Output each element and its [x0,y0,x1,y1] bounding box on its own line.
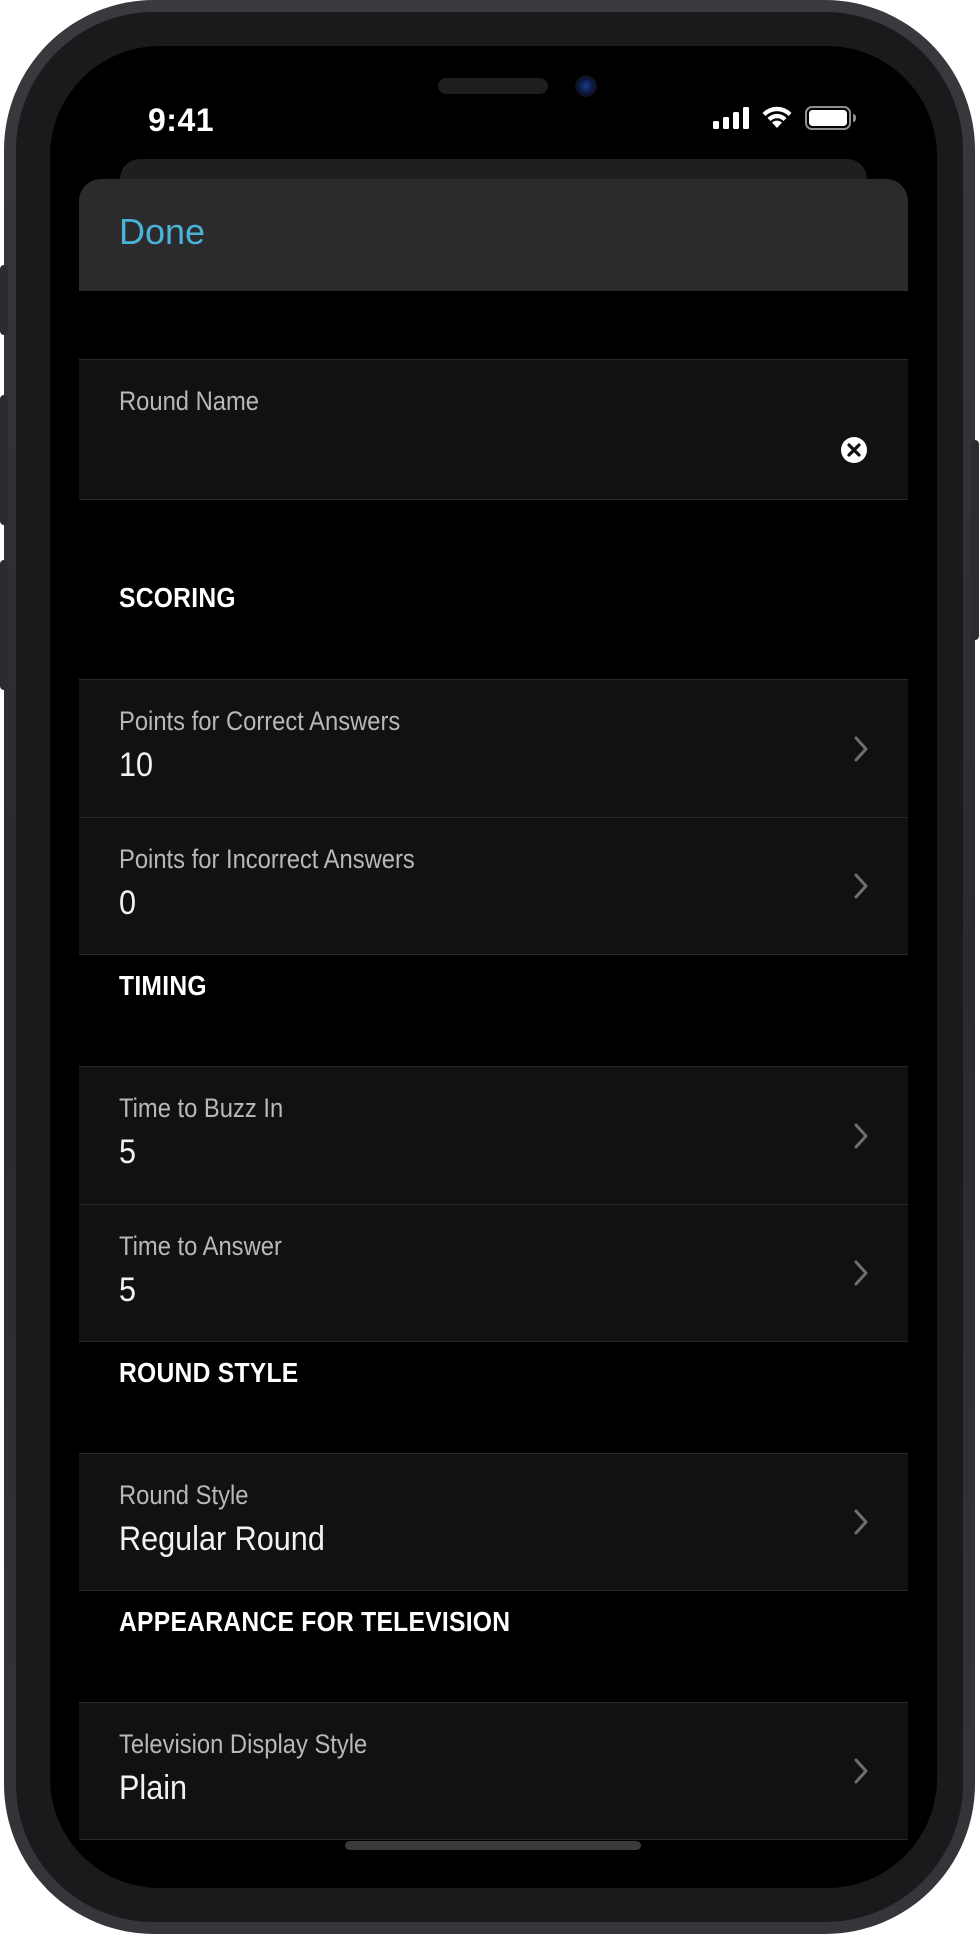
time-answer-value: 5 [119,1271,137,1309]
points-correct-value: 10 [119,746,154,784]
settings-list: Round Name SCORING Points for Correct An… [79,291,908,1888]
time-buzz-in-cell[interactable]: Time to Buzz In 5 [79,1066,908,1204]
screen: 9:41 Done Round Name SCORING Points for … [50,46,937,1888]
round-name-label: Round Name [119,386,260,416]
power-button [971,440,979,640]
points-incorrect-cell[interactable]: Points for Incorrect Answers 0 [79,817,908,955]
home-indicator[interactable] [345,1841,641,1850]
television-display-style-label: Television Display Style [119,1729,368,1759]
battery-icon [805,106,856,130]
phone-frame: 9:41 Done Round Name SCORING Points for … [0,0,979,1934]
status-time: 9:41 [148,102,215,138]
round-style-cell[interactable]: Round Style Regular Round [79,1453,908,1591]
round-settings-sheet: Done Round Name SCORING Points for Corre… [79,179,908,1888]
wifi-icon [762,106,792,128]
clear-circle-icon[interactable] [840,436,868,464]
round-style-value: Regular Round [119,1520,325,1558]
points-incorrect-label: Points for Incorrect Answers [119,844,415,874]
chevron-right-icon [854,1509,868,1535]
time-buzz-in-label: Time to Buzz In [119,1093,284,1123]
time-buzz-in-value: 5 [119,1133,137,1171]
chevron-right-icon [854,736,868,761]
points-correct-cell[interactable]: Points for Correct Answers 10 [79,679,908,817]
chevron-right-icon [854,1260,868,1286]
chevron-right-icon [854,873,868,899]
volume-down-button [0,560,8,690]
done-button[interactable]: Done [119,211,205,253]
front-camera [575,75,597,97]
round-style-label: Round Style [119,1480,249,1510]
section-header-timing: TIMING [119,970,207,1001]
volume-up-button [0,395,8,525]
section-header-scoring: SCORING [119,582,236,613]
round-name-cell[interactable]: Round Name [79,359,908,500]
chevron-right-icon [854,1758,868,1784]
time-answer-cell[interactable]: Time to Answer 5 [79,1204,908,1342]
chevron-right-icon [854,1123,868,1148]
television-display-style-cell[interactable]: Television Display Style Plain [79,1702,908,1840]
section-header-round-style: ROUND STYLE [119,1357,299,1388]
points-incorrect-value: 0 [119,884,137,922]
television-display-style-value: Plain [119,1769,188,1807]
earpiece-speaker [438,78,548,94]
time-answer-label: Time to Answer [119,1231,282,1261]
cellular-signal-icon [713,107,749,129]
status-icons [713,106,857,130]
section-header-appearance: APPEARANCE FOR TELEVISION [119,1606,511,1637]
navigation-bar: Done [79,179,908,291]
points-correct-label: Points for Correct Answers [119,706,401,736]
mute-switch [0,265,8,335]
